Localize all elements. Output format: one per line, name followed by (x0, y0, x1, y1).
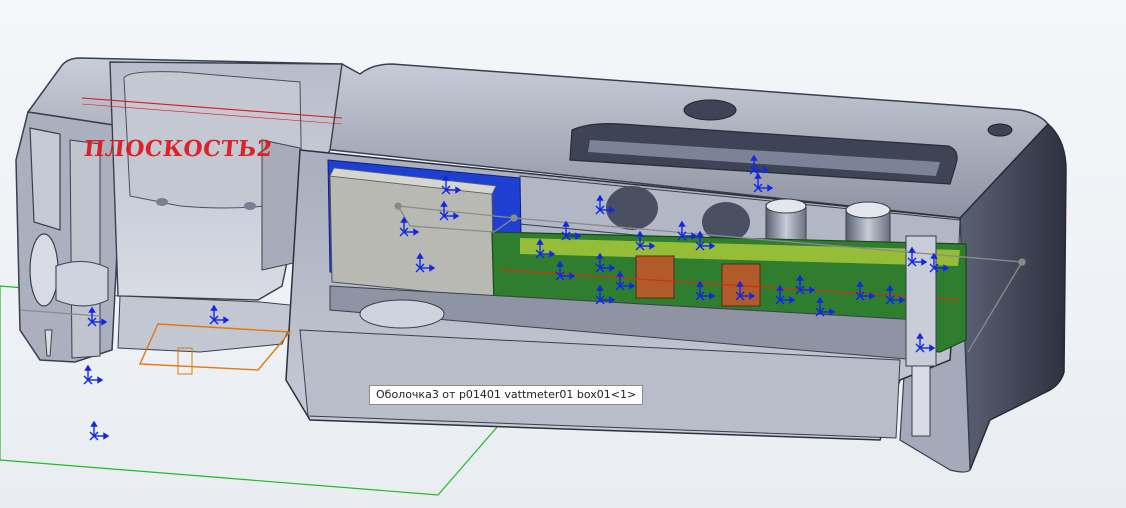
left-lower-edge (117, 295, 301, 353)
top-screw-hole (683, 99, 737, 121)
plane-label: ПЛОСКОСТЬ2 (82, 136, 274, 162)
left-round-hole (29, 233, 59, 307)
left-slot (29, 127, 61, 231)
triad-marker (83, 364, 104, 385)
bay-hole-1 (156, 198, 168, 206)
top-right-hole (987, 123, 1013, 137)
component-tooltip: Оболочка3 от p01401 vattmeter01 box01<1> (369, 385, 644, 405)
capacitor-1 (635, 255, 675, 299)
bay-hole-2 (244, 202, 256, 210)
left-cylinder (55, 260, 109, 307)
3d-model-viewport[interactable] (0, 0, 1126, 508)
display-module (329, 175, 495, 299)
buzzer (359, 299, 445, 329)
triad-marker (89, 420, 110, 441)
